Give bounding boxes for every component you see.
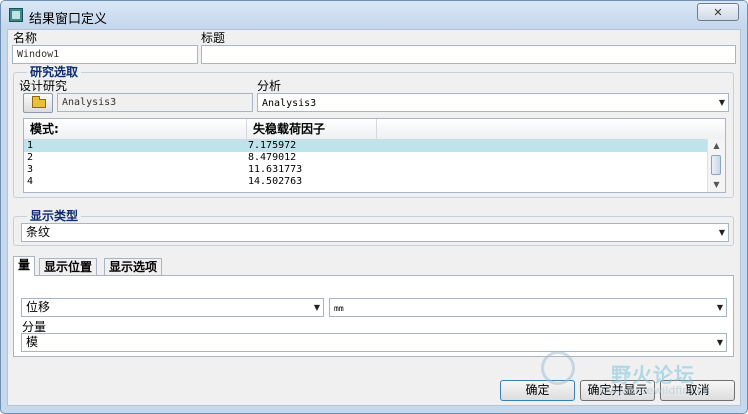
- tab-quantity[interactable]: 量: [13, 256, 36, 276]
- name-input[interactable]: Window1: [12, 45, 198, 64]
- component-label: 分量: [22, 320, 47, 334]
- watermark-logo: [541, 351, 575, 385]
- study-selection-title: 研究选取: [27, 65, 82, 79]
- design-study-field: Analysis3: [57, 93, 253, 112]
- quantity-value: 位移: [26, 300, 51, 314]
- watermark-subtitle: www.proewildfire.cn: [599, 384, 710, 397]
- display-type-value: 条纹: [26, 225, 51, 239]
- chevron-down-icon: ▼: [718, 228, 725, 237]
- heading-input[interactable]: [201, 45, 736, 64]
- cell-factor: 14.502763: [248, 176, 303, 187]
- component-value: 模: [26, 335, 39, 349]
- design-study-label: 设计研究: [19, 79, 68, 93]
- folder-open-icon: [32, 96, 46, 108]
- component-select[interactable]: 模 ▼: [21, 333, 727, 352]
- mode-table[interactable]: 模式: 失稳载荷因子 1 7.175972 2 8.479012 3 11.63…: [23, 118, 726, 193]
- chevron-down-icon: ▼: [716, 303, 723, 312]
- cell-factor: 7.175972: [248, 140, 297, 151]
- scroll-up-icon[interactable]: ▲: [708, 139, 725, 153]
- display-type-select[interactable]: 条纹 ▼: [21, 223, 729, 242]
- quantity-tab-panel: 位移 ▼ mm ▼ 分量 模 ▼: [13, 275, 734, 357]
- analysis-label: 分析: [257, 79, 282, 93]
- table-row[interactable]: 1 7.175972: [24, 140, 708, 152]
- watermark: 野火论坛 www.proewildfire.cn: [541, 351, 741, 406]
- table-row[interactable]: 4 14.502763: [24, 176, 708, 188]
- chevron-down-icon: ▼: [716, 338, 723, 347]
- scroll-down-icon[interactable]: ▼: [708, 178, 725, 192]
- result-window-dialog: 结果窗口定义 ✕ 名称 Window1 标题 研究选取 设计研究 Analysi…: [0, 0, 748, 414]
- table-row[interactable]: 2 8.479012: [24, 152, 708, 164]
- tab-display-location[interactable]: 显示位置: [39, 258, 98, 276]
- chevron-down-icon: ▼: [313, 303, 320, 312]
- analysis-select[interactable]: Analysis3 ▼: [257, 93, 729, 112]
- cell-mode: 3: [27, 164, 34, 175]
- column-header-factor[interactable]: 失稳载荷因子: [247, 119, 377, 139]
- cell-mode: 4: [27, 176, 34, 187]
- cell-factor: 8.479012: [248, 152, 297, 163]
- chevron-down-icon: ▼: [718, 98, 725, 107]
- display-type-title: 显示类型: [27, 209, 82, 223]
- app-icon: [9, 8, 23, 22]
- cell-mode: 1: [27, 140, 34, 151]
- window-title: 结果窗口定义: [29, 12, 108, 27]
- table-scrollbar[interactable]: ▲ ▼: [707, 139, 725, 192]
- scroll-thumb[interactable]: [711, 155, 721, 175]
- cell-factor: 11.631773: [248, 164, 303, 175]
- cell-mode: 2: [27, 152, 34, 163]
- name-label: 名称: [13, 31, 38, 45]
- column-header-mode[interactable]: 模式:: [24, 119, 247, 139]
- close-button[interactable]: ✕: [697, 3, 739, 21]
- table-header: 模式: 失稳载荷因子: [24, 119, 725, 140]
- open-study-button[interactable]: [23, 93, 53, 113]
- unit-select[interactable]: mm ▼: [329, 298, 727, 317]
- analysis-value: Analysis3: [262, 98, 317, 109]
- heading-label: 标题: [201, 31, 226, 45]
- quantity-select[interactable]: 位移 ▼: [21, 298, 324, 317]
- tab-display-options[interactable]: 显示选项: [104, 258, 163, 276]
- unit-value: mm: [334, 304, 344, 313]
- table-row[interactable]: 3 11.631773: [24, 164, 708, 176]
- dialog-body: 名称 Window1 标题 研究选取 设计研究 Analysis3 分析 Ana…: [7, 29, 741, 406]
- title-bar: 结果窗口定义 ✕: [1, 1, 747, 29]
